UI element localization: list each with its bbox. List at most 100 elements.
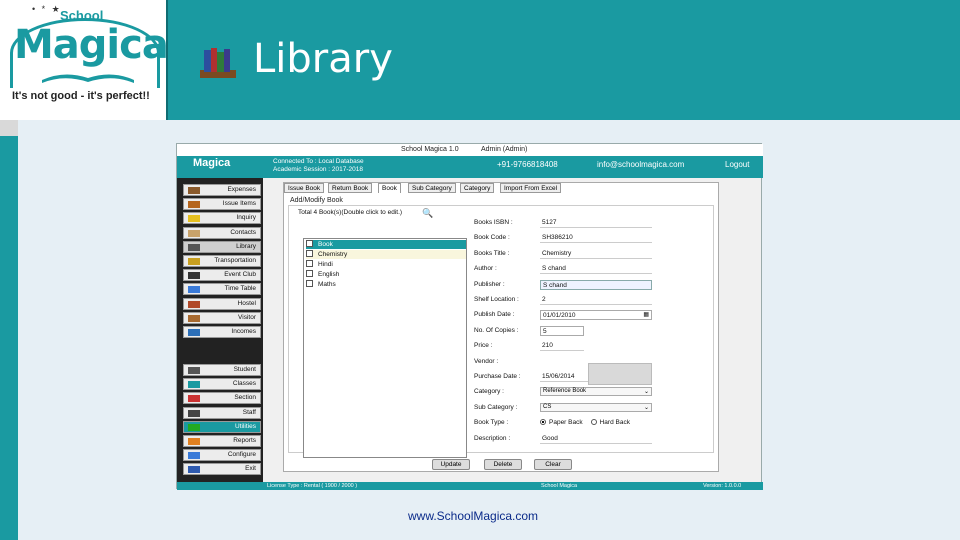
sidebar-item-configure[interactable]: Configure (183, 449, 261, 462)
field-value: S chand (542, 265, 566, 273)
field-label: Book Code : (474, 234, 510, 242)
sidebar-item-time-table[interactable]: Time Table (183, 283, 261, 296)
tab-category[interactable]: Category (460, 183, 495, 193)
footer-url[interactable]: www.SchoolMagica.com (408, 509, 538, 523)
publishdate-field[interactable]: 01/01/2010 ▦ (540, 310, 652, 321)
field-label: Books ISBN : (474, 219, 513, 226)
sidebar-item-library[interactable]: Library (183, 240, 261, 253)
radio-paper-back[interactable] (540, 419, 546, 426)
field-label: Publisher : (474, 280, 505, 288)
status-bar: License Type : Rental ( 1900 / 2000 ) Sc… (177, 482, 763, 490)
book-checkbox[interactable] (306, 260, 313, 267)
field-value: 01/01/2010 (543, 312, 576, 320)
subcategory-select[interactable]: CS ⌄ (540, 402, 652, 412)
field-value: S chand (543, 281, 567, 289)
sidebar-item-classes[interactable]: Classes (183, 378, 261, 391)
field-label: Books Title : (474, 249, 510, 257)
search-icon[interactable]: 🔍 (422, 208, 433, 219)
book-checkbox[interactable] (306, 250, 313, 257)
noofcopies-field[interactable]: 5 (540, 325, 584, 336)
tab-import-from-excel[interactable]: Import From Excel (500, 183, 562, 193)
list-item[interactable]: Maths (306, 280, 466, 289)
list-item[interactable]: Hindi (306, 260, 466, 269)
sidebar-item-label: Visitor (238, 313, 256, 321)
sidebar-item-issue-items[interactable]: Issue Items (183, 198, 261, 211)
field-value: CS (543, 403, 552, 410)
logout-button[interactable]: Logout (725, 160, 749, 169)
description-field[interactable]: Good (540, 434, 652, 444)
sidebar-item-label: Issue Items (222, 200, 256, 208)
field-label: Vendor : (474, 357, 499, 365)
incomes-icon (188, 329, 200, 336)
app-logo: Magica (193, 157, 231, 169)
sidebar-item-student[interactable]: Student (183, 364, 261, 376)
student-icon (188, 367, 200, 374)
clear-button[interactable]: Clear (534, 459, 572, 470)
tab-return-book[interactable]: Return Book (328, 183, 373, 193)
field-label: Sub Category : (474, 403, 518, 411)
sidebar-item-exit[interactable]: Exit (183, 463, 261, 476)
chevron-down-icon[interactable]: ⌄ (644, 404, 649, 411)
sidebar-item-expenses[interactable]: Expenses (183, 184, 261, 196)
publisher-field[interactable]: S chand (540, 279, 652, 290)
book-list[interactable]: Book Chemistry Hindi English Maths (303, 238, 467, 458)
book-checkbox[interactable] (306, 240, 313, 247)
sidebar-item-label: Utilities (235, 422, 256, 430)
inquiry-icon (188, 215, 200, 223)
price-field[interactable]: 210 (540, 341, 584, 352)
sidebar-item-utilities[interactable]: Utilities (183, 420, 261, 433)
sidebar-item-inquiry[interactable]: Inquiry (183, 212, 261, 225)
shelflocation-field[interactable]: 2 (540, 295, 652, 305)
tab-sub-category[interactable]: Sub Category (408, 183, 456, 193)
tab-book[interactable]: Book (378, 183, 401, 193)
booksisbn-field[interactable]: 5127 (540, 218, 652, 228)
author-field[interactable]: S chand (540, 264, 652, 275)
sidebar-item-hostel[interactable]: Hostel (183, 297, 261, 310)
classes-icon (188, 381, 200, 389)
update-button[interactable]: Update (432, 459, 470, 470)
bookcode-field[interactable]: SH386210 (540, 233, 652, 244)
sidebar-item-section[interactable]: Section (183, 392, 261, 405)
field-value: Good (542, 434, 558, 442)
category-select[interactable]: Reference Book ⌄ (540, 387, 652, 397)
version-text: Version: 1.0.0.0 (703, 483, 742, 489)
books-icon (200, 48, 236, 78)
sidebar-item-contacts[interactable]: Contacts (183, 226, 261, 239)
expenses-icon (188, 187, 200, 194)
radio-hard-back[interactable] (590, 419, 597, 426)
sidebar-item-incomes[interactable]: Incomes (183, 326, 261, 338)
connection-text: Connected To : Local Database (273, 158, 364, 165)
school-magica-logo: • * ★ School Magica It's not good - it's… (0, 0, 169, 120)
sidebar-item-event-club[interactable]: Event Club (183, 269, 261, 282)
configure-icon (188, 452, 200, 460)
field-value: SH386210 (542, 234, 573, 242)
sidebar-item-staff[interactable]: Staff (183, 406, 261, 419)
field-label: Author : (474, 265, 497, 273)
tab-issue-book[interactable]: Issue Book (284, 183, 325, 193)
list-item[interactable]: Book (306, 240, 466, 249)
sidebar-item-label: Student (233, 366, 256, 373)
book-checkbox[interactable] (306, 280, 313, 287)
book-checkbox[interactable] (306, 270, 313, 277)
chevron-down-icon[interactable]: ⌄ (644, 388, 649, 395)
field-value: 5 (543, 327, 547, 335)
delete-button[interactable]: Delete (484, 459, 522, 470)
reports-icon (188, 438, 200, 445)
hostel-icon (188, 300, 200, 308)
field-label: Description : (474, 434, 511, 442)
sidebar-item-label: Event Club (224, 271, 256, 279)
book-name: Book (318, 241, 333, 248)
field-label: Category : (474, 388, 504, 396)
list-item[interactable]: Chemistry (306, 250, 466, 259)
calendar-icon[interactable]: ▦ (643, 311, 649, 318)
sidebar-item-label: Configure (227, 451, 256, 459)
contacts-icon (188, 229, 200, 237)
bookstitle-field[interactable]: Chemistry (540, 249, 652, 259)
sidebar-item-visitor[interactable]: Visitor (183, 311, 261, 324)
field-label: Purchase Date : (474, 373, 521, 380)
event-icon (188, 272, 200, 280)
sidebar-item-reports[interactable]: Reports (183, 435, 261, 447)
sidebar-item-transportation[interactable]: Transportation (183, 255, 261, 267)
list-item[interactable]: English (306, 270, 466, 279)
email-text[interactable]: info@schoolmagica.com (597, 160, 684, 169)
